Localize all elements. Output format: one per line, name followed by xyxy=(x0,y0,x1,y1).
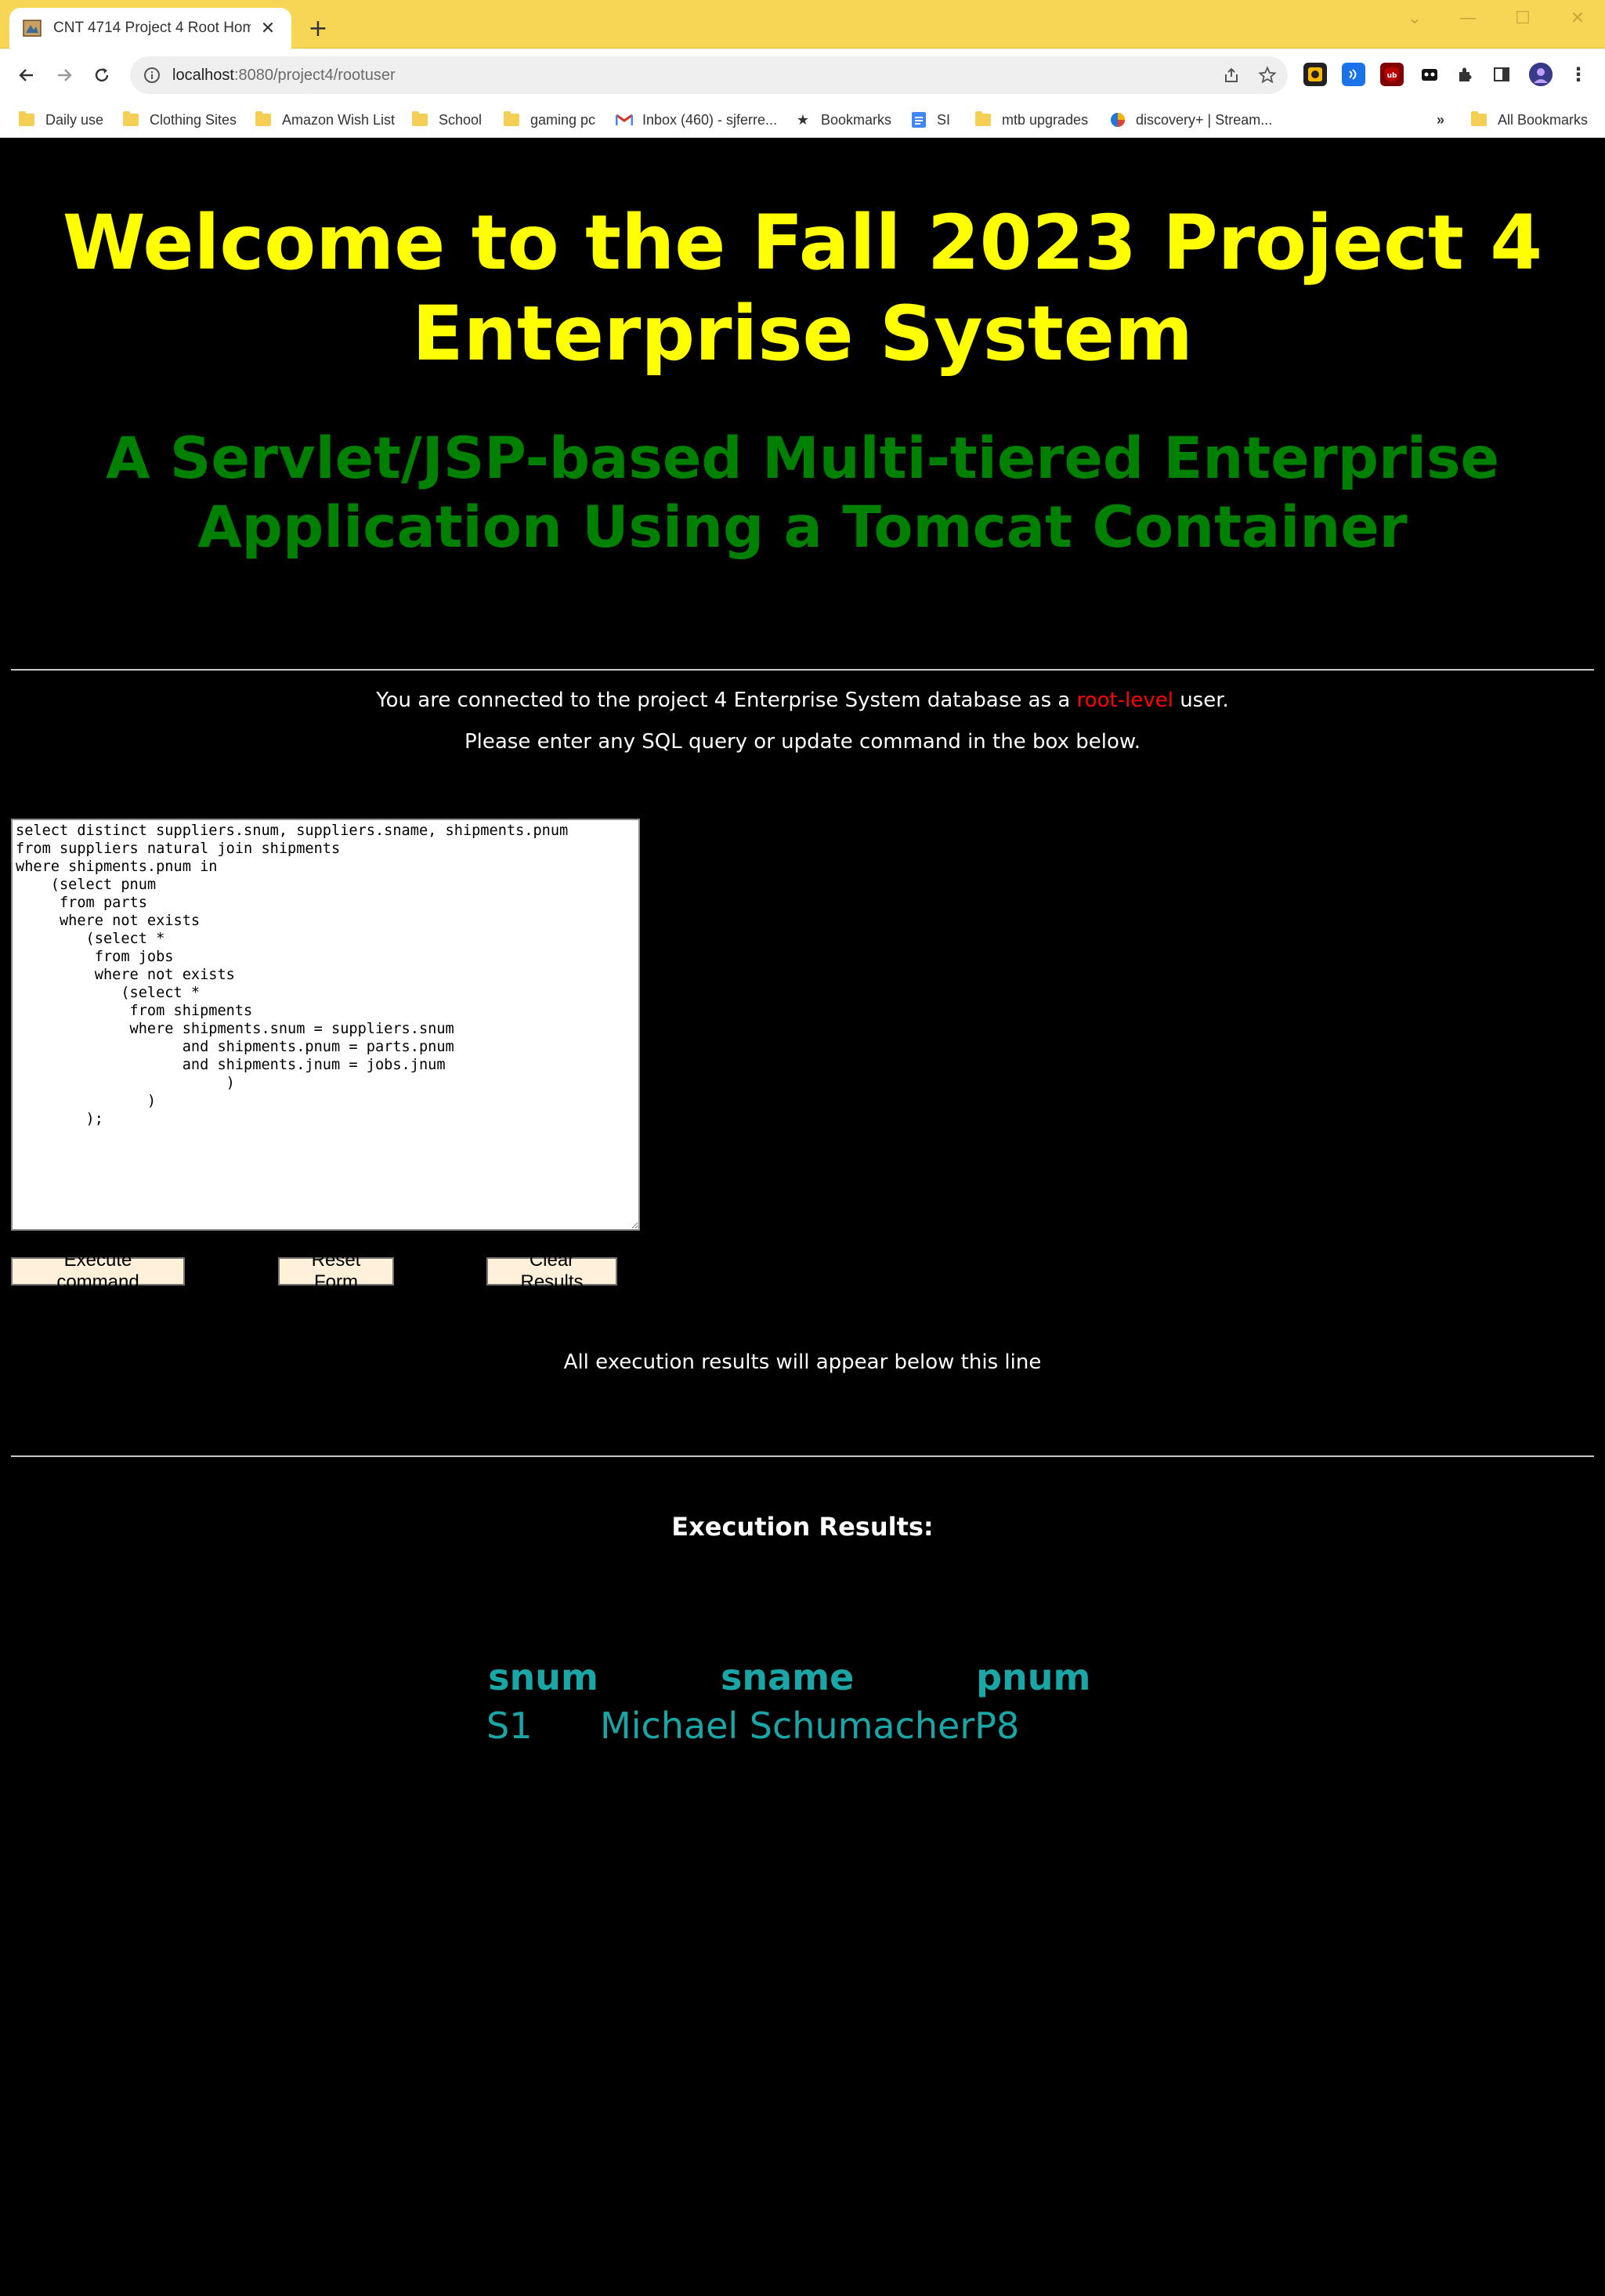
maximize-icon[interactable]: ☐ xyxy=(1507,6,1538,30)
results-table: snum sname pnum S1 Michael Schumacher P8 xyxy=(486,1654,1092,1751)
star-icon: ★ xyxy=(796,111,810,128)
site-info-icon[interactable] xyxy=(141,64,163,86)
page-favicon-icon xyxy=(22,18,42,38)
bookmark-folder[interactable]: School xyxy=(412,108,482,132)
table-cell: P8 xyxy=(974,1705,1020,1747)
page-title: Welcome to the Fall 2023 Project 4 Enter… xyxy=(62,199,1543,378)
extensions-puzzle-icon[interactable] xyxy=(1454,63,1477,86)
bookmark-discovery[interactable]: discovery+ | Stream... xyxy=(1109,108,1272,132)
table-cell: S1 xyxy=(486,1705,533,1747)
bookmark-folder[interactable]: gaming pc xyxy=(504,108,595,132)
browser-tab[interactable]: CNT 4714 Project 4 Root Home ✕ xyxy=(9,8,291,49)
folder-icon xyxy=(412,111,428,126)
folder-icon xyxy=(19,111,34,126)
tab-strip: CNT 4714 Project 4 Root Home ✕ + ⌄ — ☐ ✕ xyxy=(0,0,1605,49)
bookmark-folder[interactable]: mtb upgrades xyxy=(975,108,1088,132)
folder-icon xyxy=(504,111,519,126)
clear-results-button[interactable]: Clear Results xyxy=(486,1249,617,1293)
page-subtitle: A Servlet/JSP-based Multi-tiered Enterpr… xyxy=(105,425,1500,561)
table-cell: Michael Schumacher xyxy=(600,1705,975,1747)
back-icon[interactable] xyxy=(13,61,41,89)
sql-command-input[interactable]: select distinct suppliers.snum, supplier… xyxy=(11,819,640,1231)
bookmark-bookmarks[interactable]: ★ Bookmarks xyxy=(794,108,891,132)
user-role: root-level xyxy=(1076,689,1173,712)
connection-status: You are connected to the project 4 Enter… xyxy=(376,689,1229,712)
browser-menu-icon[interactable]: ⋮ xyxy=(1567,63,1590,86)
share-icon[interactable] xyxy=(1219,63,1244,88)
divider-top xyxy=(11,669,1594,671)
instructions-text: Please enter any SQL query or update com… xyxy=(464,730,1141,754)
minimize-icon[interactable]: — xyxy=(1452,6,1484,30)
bookmarks-bar: Daily use Clothing Sites Amazon Wish Lis… xyxy=(0,102,1605,138)
bookmark-folder[interactable]: Amazon Wish List xyxy=(255,108,395,132)
reset-form-button[interactable]: Reset Form xyxy=(278,1249,394,1293)
side-panel-icon[interactable] xyxy=(1490,63,1513,86)
extension-1-icon[interactable] xyxy=(1303,63,1327,86)
url-text: localhost:8080/project4/rootuser xyxy=(172,66,396,84)
discovery-icon xyxy=(1109,111,1126,128)
all-bookmarks-folder[interactable]: All Bookmarks xyxy=(1471,108,1588,132)
window-close-icon[interactable]: ✕ xyxy=(1562,6,1593,30)
page-body: Welcome to the Fall 2023 Project 4 Enter… xyxy=(0,139,1605,2296)
bookmark-si[interactable]: SI xyxy=(910,108,950,132)
docs-icon xyxy=(910,111,927,128)
profile-avatar[interactable] xyxy=(1529,63,1553,86)
bookmark-folder[interactable]: Daily use xyxy=(19,108,103,132)
bookmark-folder[interactable]: Clothing Sites xyxy=(123,108,237,132)
execute-command-button[interactable]: Execute command xyxy=(11,1249,185,1293)
reload-icon[interactable] xyxy=(88,61,116,89)
forward-icon[interactable] xyxy=(50,61,78,89)
new-tab-icon[interactable]: + xyxy=(304,14,332,42)
svg-text:ub: ub xyxy=(1387,72,1397,80)
results-note: All execution results will appear below … xyxy=(563,1350,1042,1374)
folder-icon xyxy=(255,111,271,126)
bookmarks-overflow-icon[interactable]: » xyxy=(1437,108,1444,132)
tab-close-icon[interactable]: ✕ xyxy=(257,17,279,39)
bookmark-gmail[interactable]: Inbox (460) - sjferre... xyxy=(616,108,777,132)
tab-title: CNT 4714 Project 4 Root Home xyxy=(53,20,251,36)
divider-bottom xyxy=(11,1455,1594,1457)
address-bar[interactable]: localhost:8080/project4/rootuser xyxy=(130,56,1288,94)
ublock-icon[interactable]: ub xyxy=(1380,63,1404,86)
extension-4-icon[interactable] xyxy=(1418,63,1441,86)
folder-icon xyxy=(975,111,991,126)
column-header: snum xyxy=(488,1656,598,1698)
bookmark-star-icon[interactable] xyxy=(1255,63,1280,88)
results-title: Execution Results: xyxy=(671,1512,934,1542)
extension-2-icon[interactable] xyxy=(1342,63,1365,86)
results-header-row: snum sname pnum xyxy=(486,1654,1092,1701)
folder-icon xyxy=(1471,111,1487,126)
column-header: pnum xyxy=(976,1656,1091,1698)
column-header: sname xyxy=(720,1656,855,1698)
table-row: S1 Michael Schumacher P8 xyxy=(486,1701,1092,1751)
folder-icon xyxy=(123,111,139,126)
tab-search-icon[interactable]: ⌄ xyxy=(1399,6,1430,30)
gmail-icon xyxy=(616,111,633,128)
